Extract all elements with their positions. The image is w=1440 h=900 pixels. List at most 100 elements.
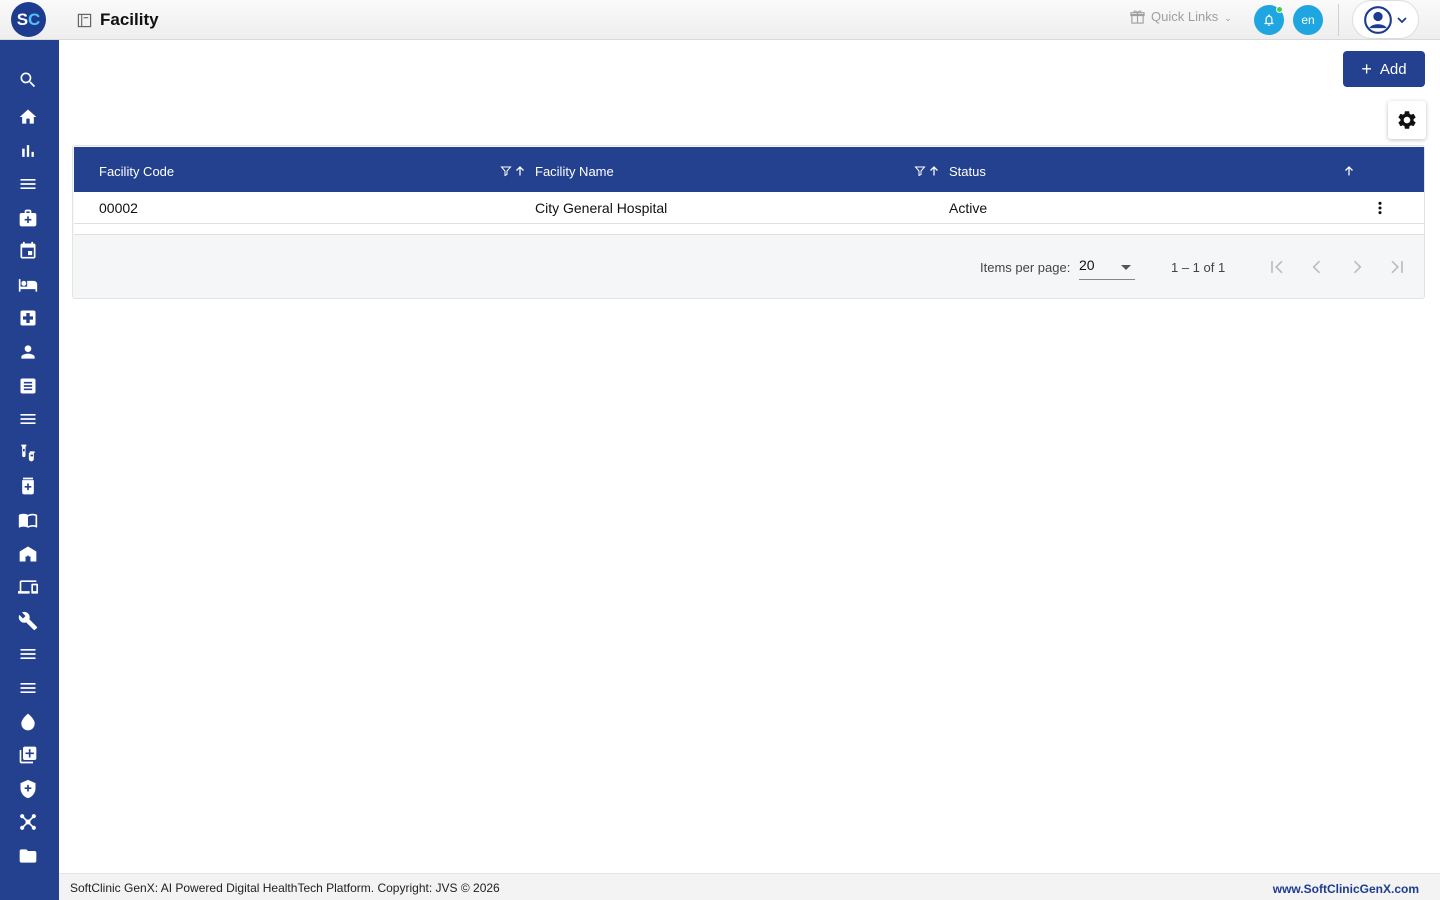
sidebar-item-menu-3[interactable] xyxy=(17,643,39,665)
sidebar-item-services[interactable] xyxy=(17,307,39,329)
cell-facility-code: 00002 xyxy=(99,200,138,216)
chevron-left-icon xyxy=(1312,260,1321,274)
gear-icon xyxy=(1398,111,1416,129)
menu-icon xyxy=(20,683,36,693)
logo-letter-s: S xyxy=(16,9,29,29)
page-range-label: 1 – 1 of 1 xyxy=(1171,260,1226,275)
pharmacy-icon xyxy=(22,477,34,495)
sidebar-item-menu-4[interactable] xyxy=(17,677,39,699)
sidebar-item-menu-1[interactable] xyxy=(17,173,39,195)
calendar-icon xyxy=(20,241,36,259)
facility-table: Facility Code Facility Name Status 00002… xyxy=(72,145,1425,299)
last-page-button[interactable] xyxy=(1386,256,1408,278)
column-header-facility-code[interactable]: Facility Code xyxy=(99,164,174,179)
folder-icon xyxy=(19,849,37,863)
sidebar-item-calendar[interactable] xyxy=(17,240,39,262)
sort-arrow-up-icon[interactable] xyxy=(928,165,940,177)
sort-arrow-up-icon[interactable] xyxy=(514,165,526,177)
profile-menu-button[interactable] xyxy=(1352,0,1419,39)
quick-links-label: Quick Links xyxy=(1151,9,1219,24)
lab-tubes-icon xyxy=(21,444,35,462)
last-page-icon xyxy=(1391,260,1403,274)
table-settings-button[interactable] xyxy=(1388,101,1426,139)
header-divider xyxy=(1338,4,1339,36)
plus-icon: + xyxy=(1361,59,1372,79)
menu-icon xyxy=(20,649,36,659)
menu-icon xyxy=(20,179,36,189)
person-icon xyxy=(21,345,35,359)
home-icon xyxy=(19,109,37,124)
notifications-button[interactable] xyxy=(1254,5,1284,35)
first-page-icon xyxy=(1271,260,1283,274)
table-spacer xyxy=(74,224,1424,235)
filter-icon[interactable] xyxy=(500,165,512,177)
sidebar-item-add-services[interactable] xyxy=(17,744,39,766)
footer-website-link[interactable]: www.SoftClinicGenX.com xyxy=(1273,882,1419,896)
table-row[interactable]: 00002 City General Hospital Active xyxy=(74,192,1424,224)
medical-bag-icon xyxy=(19,209,37,227)
sidebar-item-devices[interactable] xyxy=(17,576,39,598)
items-per-page-label: Items per page: xyxy=(980,260,1071,275)
sidebar-item-beds[interactable] xyxy=(17,274,39,296)
chevron-right-icon xyxy=(1353,260,1362,274)
page-title: Facility xyxy=(100,10,159,29)
top-bar: SC Facility Quick Links ⌄ en xyxy=(0,0,1440,40)
sidebar xyxy=(0,40,59,900)
sidebar-item-medical[interactable] xyxy=(17,207,39,229)
sidebar-item-integration[interactable] xyxy=(17,811,39,833)
store-icon xyxy=(19,546,37,562)
network-icon xyxy=(20,814,36,830)
sidebar-item-patients[interactable] xyxy=(17,341,39,363)
items-per-page-select[interactable]: 20 xyxy=(1079,253,1135,280)
logo-letter-c: C xyxy=(28,9,41,29)
cell-status: Active xyxy=(949,200,988,216)
sidebar-item-pharmacy[interactable] xyxy=(17,475,39,497)
sidebar-item-reports[interactable] xyxy=(17,140,39,162)
sidebar-item-library[interactable] xyxy=(17,509,39,531)
devices-icon xyxy=(18,580,38,594)
next-page-button[interactable] xyxy=(1346,256,1368,278)
wrench-icon xyxy=(18,611,38,631)
chevron-down-icon: ⌄ xyxy=(1224,12,1232,23)
bed-icon xyxy=(18,279,38,292)
add-box-icon xyxy=(19,746,37,764)
sidebar-item-search[interactable] xyxy=(17,69,39,91)
sidebar-item-home[interactable] xyxy=(17,106,39,128)
previous-page-button[interactable] xyxy=(1306,256,1328,278)
sidebar-item-documents[interactable] xyxy=(17,845,39,867)
bar-chart-icon xyxy=(22,145,34,157)
user-avatar-icon xyxy=(1363,5,1392,34)
paginator: Items per page: 20 1 – 1 of 1 xyxy=(73,236,1424,298)
row-actions-button[interactable] xyxy=(1372,199,1388,217)
sort-arrow-up-icon[interactable] xyxy=(1343,165,1355,177)
first-page-button[interactable] xyxy=(1266,256,1288,278)
filter-icon[interactable] xyxy=(914,165,926,177)
menu-icon xyxy=(20,414,36,424)
table-header: Facility Code Facility Name Status xyxy=(74,147,1424,192)
app-logo[interactable]: SC xyxy=(11,2,46,37)
sidebar-item-menu-2[interactable] xyxy=(17,408,39,430)
add-button[interactable]: + Add xyxy=(1343,51,1425,87)
column-header-status[interactable]: Status xyxy=(949,164,986,179)
footer-copyright: SoftClinic GenX: AI Powered Digital Heal… xyxy=(70,881,500,895)
sidebar-item-billing[interactable] xyxy=(17,375,39,397)
language-button[interactable]: en xyxy=(1293,5,1323,35)
quick-links-dropdown[interactable]: Quick Links ⌄ xyxy=(1130,9,1232,24)
chevron-down-icon xyxy=(1396,16,1407,23)
sidebar-item-insurance[interactable] xyxy=(17,778,39,800)
shield-icon xyxy=(20,779,36,799)
footer: SoftClinic GenX: AI Powered Digital Heal… xyxy=(59,873,1440,900)
receipt-icon xyxy=(20,378,36,394)
gift-icon xyxy=(1130,10,1145,24)
add-button-label: Add xyxy=(1379,60,1407,78)
book-icon xyxy=(18,513,38,528)
page-icon xyxy=(77,13,92,28)
search-icon xyxy=(20,72,36,88)
sidebar-item-blood-bank[interactable] xyxy=(17,711,39,733)
items-per-page-value: 20 xyxy=(1079,257,1095,273)
column-header-facility-name[interactable]: Facility Name xyxy=(535,164,614,179)
sidebar-item-maintenance[interactable] xyxy=(17,610,39,632)
sidebar-item-laboratory[interactable] xyxy=(17,442,39,464)
sidebar-item-store[interactable] xyxy=(17,543,39,565)
more-vertical-icon xyxy=(1378,201,1382,215)
